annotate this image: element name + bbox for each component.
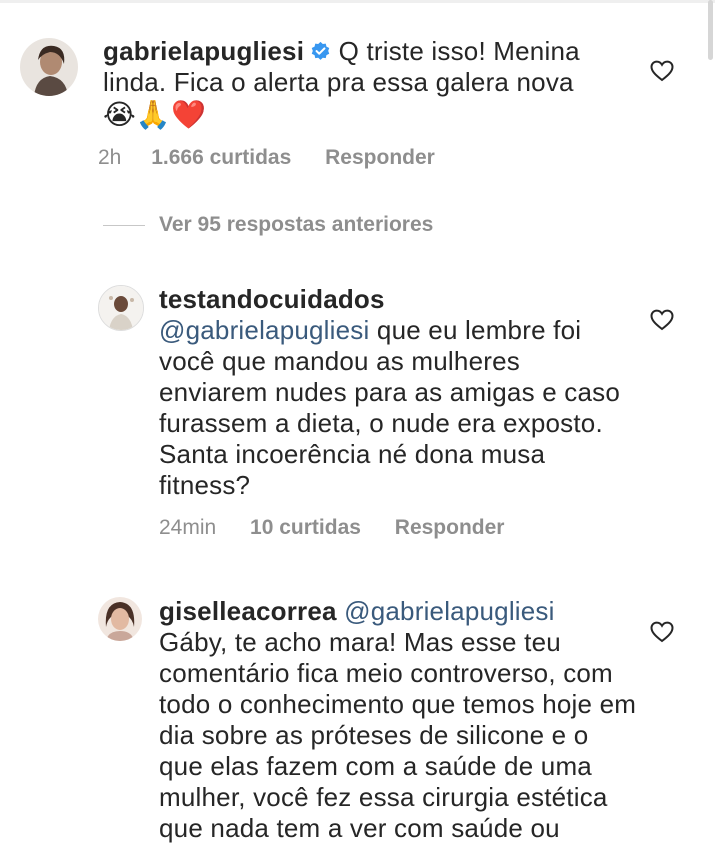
comment-username[interactable]: testandocuidados xyxy=(159,284,385,314)
view-replies-label[interactable]: Ver 95 respostas anteriores xyxy=(159,213,433,236)
heart-icon[interactable] xyxy=(650,621,674,643)
avatar[interactable] xyxy=(98,285,144,331)
verified-badge-icon xyxy=(311,41,330,60)
comment-text: Gáby, te acho mara! Mas esse teu comentá… xyxy=(159,627,637,843)
heart-icon[interactable] xyxy=(650,60,674,82)
mention-link[interactable]: @gabrielapugliesi xyxy=(344,596,554,626)
comment-time: 2h xyxy=(98,146,122,169)
scrollbar[interactable] xyxy=(708,0,713,60)
view-previous-replies[interactable]: Ver 95 respostas anteriores xyxy=(103,213,433,237)
top-divider xyxy=(0,0,715,3)
reply-button[interactable]: Responder xyxy=(325,146,435,169)
avatar[interactable] xyxy=(20,38,78,96)
divider xyxy=(103,224,145,226)
reply-button[interactable]: Responder xyxy=(395,516,505,539)
comment-username[interactable]: giselleacorrea xyxy=(159,596,337,626)
comment-emojis: 😭🙏❤️ xyxy=(103,99,207,130)
avatar[interactable] xyxy=(98,597,142,641)
mention-link[interactable]: @gabrielapugliesi xyxy=(159,315,369,345)
likes-count[interactable]: 1.666 curtidas xyxy=(151,146,291,169)
likes-count[interactable]: 10 curtidas xyxy=(250,516,361,539)
comment-username[interactable]: gabrielapugliesi xyxy=(103,36,304,66)
comment-time: 24min xyxy=(159,516,217,539)
heart-icon[interactable] xyxy=(650,309,674,331)
